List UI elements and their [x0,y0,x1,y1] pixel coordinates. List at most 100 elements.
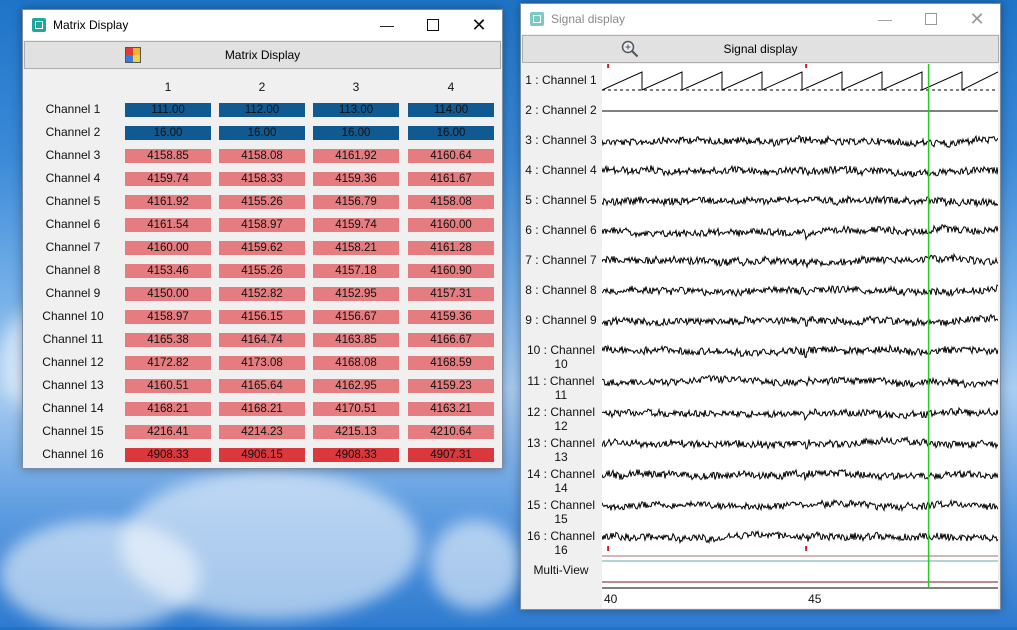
matrix-cell: 4159.36 [313,172,399,186]
matrix-cell: 16.00 [219,126,305,140]
matrix-cell: 4159.23 [408,379,494,393]
row-label: Channel 12 [42,355,104,369]
channel-label: 3 : Channel 3 [525,133,597,147]
channel-11-trace [602,374,998,389]
matrix-cell: 4160.00 [125,241,211,255]
close-icon[interactable]: ✕ [456,10,502,40]
matrix-cell: 4908.33 [313,448,399,462]
matrix-title-bar[interactable]: Matrix Display — ✕ [23,10,502,40]
matrix-cell: 4159.36 [408,310,494,324]
matrix-cell: 4165.64 [219,379,305,393]
matrix-cell: 4156.67 [313,310,399,324]
channel-8-trace [602,284,998,298]
matrix-toolbar-label: Matrix Display [224,48,301,62]
maximize-icon[interactable] [410,10,456,40]
matrix-cell: 4158.08 [408,195,494,209]
channel-label: 12 : Channel 12 [526,405,596,433]
matrix-cell: 4161.28 [408,241,494,255]
row-label: Channel 6 [45,217,101,231]
matrix-cell: 111.00 [125,103,211,117]
channel-label: 8 : Channel 8 [525,283,597,297]
column-header: 1 [164,80,172,94]
channel-label: 7 : Channel 7 [525,253,597,267]
row-label: Channel 4 [45,171,101,185]
signal-toolbar-label: Signal display [723,42,798,56]
channel-6-trace [602,224,998,241]
matrix-cell: 4170.51 [313,402,399,416]
matrix-cell: 4153.46 [125,264,211,278]
time-tick-label: 40 [604,592,618,606]
channel-5-trace [602,194,998,208]
channel-3-trace [602,134,998,149]
zoom-icon[interactable] [621,40,639,58]
matrix-cell: 4216.41 [125,425,211,439]
matrix-cell: 4214.23 [219,425,305,439]
desktop-cloud [430,520,520,610]
matrix-cell: 4215.13 [313,425,399,439]
matrix-cell: 4161.92 [125,195,211,209]
matrix-cell: 16.00 [125,126,211,140]
matrix-toolbar-button[interactable]: Matrix Display [24,41,501,69]
row-label: Channel 13 [42,378,104,392]
matrix-cell: 4161.92 [313,149,399,163]
app-icon [32,18,46,32]
channel-15-trace [602,498,998,513]
channel-4-trace [602,164,998,178]
matrix-cell: 4173.08 [219,356,305,370]
maximize-icon[interactable] [908,4,954,34]
matrix-cell: 4158.97 [125,310,211,324]
matrix-cell: 4166.67 [408,333,494,347]
time-tick-label: 45 [808,592,822,606]
close-icon[interactable]: ✕ [954,4,1000,34]
matrix-cell: 4162.95 [313,379,399,393]
signal-title-bar[interactable]: Signal display — ✕ [521,4,1000,34]
multiview-label: Multi-View [533,563,589,577]
matrix-cell: 4210.64 [408,425,494,439]
row-label: Channel 1 [45,102,101,116]
channel-label: 1 : Channel 1 [525,73,597,87]
minimize-icon[interactable]: — [364,10,410,40]
channel-label: 2 : Channel 2 [525,103,597,117]
matrix-cell: 114.00 [408,103,494,117]
matrix-cell: 4168.59 [408,356,494,370]
window-title: Matrix Display [53,18,129,32]
channel-9-trace [602,313,998,327]
matrix-display-window: Matrix Display — ✕ Matrix Display 1 2 3 4 Ch… [22,9,503,469]
matrix-cell: 4168.21 [125,402,211,416]
palette-icon[interactable] [125,47,141,63]
matrix-cell: 4161.67 [408,172,494,186]
matrix-cell: 4160.00 [408,218,494,232]
channel-13-trace [602,435,998,450]
matrix-cell: 4150.00 [125,287,211,301]
matrix-cell: 4157.18 [313,264,399,278]
minimize-icon[interactable]: — [862,4,908,34]
matrix-cell: 4172.82 [125,356,211,370]
matrix-cell: 4156.79 [313,195,399,209]
signal-plot[interactable] [602,64,998,608]
column-header: 3 [352,80,360,94]
row-label: Channel 16 [42,447,104,461]
channel-label: 5 : Channel 5 [525,193,597,207]
channel-7-trace [602,252,998,269]
matrix-cell: 4906.15 [219,448,305,462]
matrix-cell: 4152.95 [313,287,399,301]
row-label: Channel 7 [45,240,101,254]
row-label: Channel 9 [45,286,101,300]
channel-label: 9 : Channel 9 [525,313,597,327]
matrix-cell: 16.00 [408,126,494,140]
matrix-cell: 4163.21 [408,402,494,416]
channel-label: 6 : Channel 6 [525,223,597,237]
matrix-cell: 4168.21 [219,402,305,416]
column-header: 4 [447,80,455,94]
signal-area: 1 : Channel 1 2 : Channel 2 3 : Channel 3 4… [521,64,1000,608]
matrix-cell: 113.00 [313,103,399,117]
signal-toolbar-button[interactable]: Signal display [522,35,999,63]
row-label: Channel 2 [45,125,101,139]
matrix-cell: 4160.90 [408,264,494,278]
matrix-cell: 4161.54 [125,218,211,232]
matrix-cell: 4168.08 [313,356,399,370]
channel-1-trace [602,71,998,91]
signal-display-window: Signal display — ✕ Signal display 1 : Ch… [520,3,1001,610]
channel-label: 16 : Channel 16 [526,529,596,557]
desktop-cloud [0,520,200,630]
